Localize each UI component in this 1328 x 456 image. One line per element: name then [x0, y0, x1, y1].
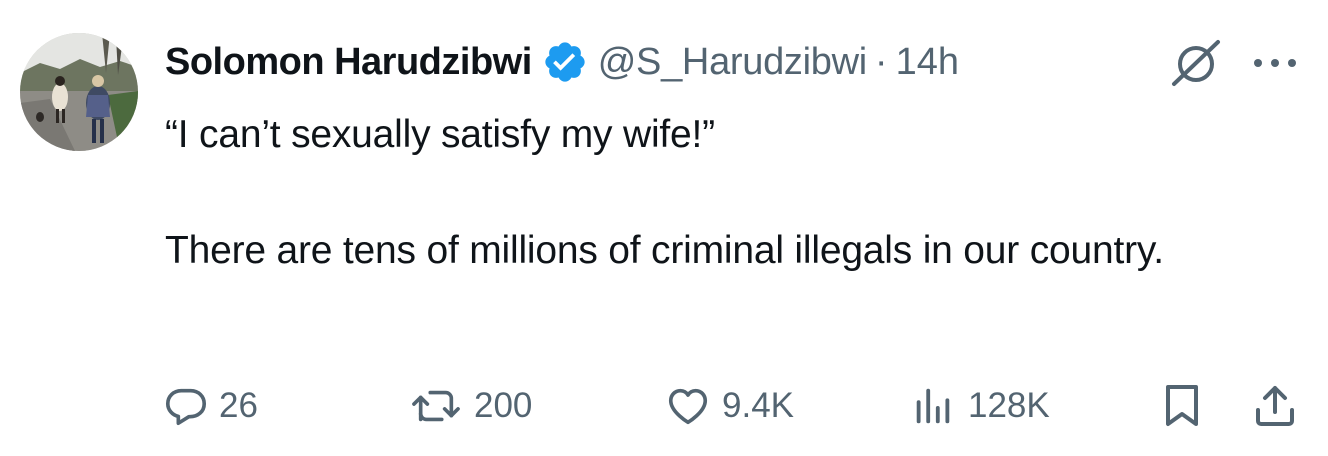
views-count: 128K — [968, 386, 1050, 425]
avatar-photo — [20, 33, 138, 151]
reply-button[interactable]: 26 — [163, 376, 258, 436]
author-name[interactable]: Solomon Harudzibwi — [165, 41, 532, 84]
heart-icon — [664, 383, 712, 429]
share-button[interactable] — [1252, 376, 1298, 436]
like-count: 9.4K — [722, 386, 794, 425]
tweet-text-line2: There are tens of millions of criminal i… — [165, 229, 1164, 272]
tweet-header: Solomon Harudzibwi @S_Harudzibwi · 14h — [165, 38, 959, 86]
retweet-count: 200 — [474, 386, 533, 425]
reply-count: 26 — [219, 386, 258, 425]
tweet-timestamp[interactable]: 14h — [896, 41, 959, 84]
tweet-text: “I can’t sexually satisfy my wife!” Ther… — [165, 106, 1285, 280]
views-icon — [908, 383, 958, 429]
more-icon[interactable] — [1250, 48, 1302, 78]
retweet-button[interactable]: 200 — [408, 376, 532, 436]
reply-icon — [163, 383, 209, 429]
grok-icon[interactable] — [1168, 38, 1224, 88]
separator-dot: · — [874, 40, 888, 83]
bookmark-button[interactable] — [1160, 376, 1204, 436]
retweet-icon — [408, 383, 464, 429]
share-icon — [1252, 382, 1298, 430]
views-button[interactable]: 128K — [908, 376, 1050, 436]
tweet-text-line1: “I can’t sexually satisfy my wife!” — [165, 113, 715, 156]
bookmark-icon — [1160, 382, 1204, 430]
tweet: Solomon Harudzibwi @S_Harudzibwi · 14h “… — [0, 0, 1328, 456]
avatar[interactable] — [20, 33, 138, 151]
author-handle[interactable]: @S_Harudzibwi — [598, 41, 867, 84]
action-bar: 26 200 9.4K 128K — [0, 376, 1328, 436]
like-button[interactable]: 9.4K — [664, 376, 794, 436]
verified-badge-icon[interactable] — [542, 39, 588, 85]
